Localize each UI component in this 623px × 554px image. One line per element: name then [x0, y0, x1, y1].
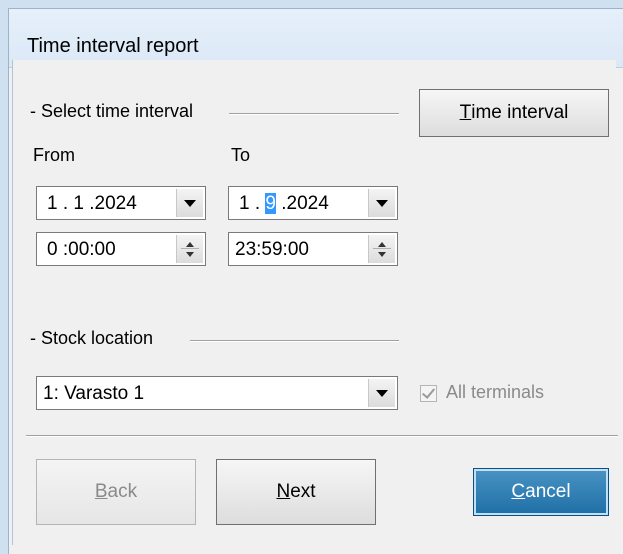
next-button-label: ext — [290, 481, 316, 502]
from-date-value: 1 . 1 .2024 — [47, 193, 137, 214]
from-time-value: 0 :00:00 — [47, 239, 116, 260]
all-terminals-label: All terminals — [446, 382, 545, 402]
cancel-button[interactable]: Cancel — [473, 468, 609, 516]
all-terminals-checkbox[interactable] — [420, 385, 437, 402]
from-date-picker[interactable]: 1 . 1 .2024 — [36, 186, 206, 220]
time-interval-button[interactable]: Time interval — [419, 89, 609, 137]
spin-down-icon — [378, 252, 386, 257]
button-separator — [26, 435, 618, 437]
time-interval-group-label: - Select time interval — [30, 101, 194, 121]
spin-down-icon — [186, 252, 194, 257]
cancel-button-label: ancel — [525, 481, 571, 502]
from-time-spinner[interactable] — [176, 235, 203, 263]
to-time-spinner[interactable] — [368, 235, 395, 263]
chevron-down-icon — [376, 199, 388, 207]
to-time-picker[interactable]: 23:59:00 — [228, 232, 398, 266]
to-date-picker[interactable]: 1 . 9 .2024 — [228, 186, 398, 220]
spin-up-icon — [186, 242, 194, 247]
to-date-month-selected: 9 — [265, 193, 276, 214]
time-interval-button-label: ime interval — [471, 102, 569, 123]
spin-divider — [181, 248, 199, 249]
time-interval-group-divider — [229, 113, 399, 115]
from-label: From — [33, 145, 75, 165]
to-date-value: 1 . 9 .2024 — [239, 193, 329, 215]
window-title: Time interval report — [27, 35, 199, 57]
stock-location-select[interactable]: 1: Varasto 1 — [36, 376, 398, 410]
stock-location-group-label: - Stock location — [30, 328, 154, 348]
stock-location-group-divider — [190, 340, 399, 342]
back-button-mnemonic: B — [94, 481, 108, 502]
next-button-mnemonic: N — [276, 481, 291, 502]
to-date-day: 1 . — [239, 193, 266, 214]
stock-location-value: 1: Varasto 1 — [43, 383, 145, 404]
chevron-down-icon — [184, 199, 196, 207]
spin-divider — [373, 248, 391, 249]
to-date-dropdown[interactable] — [368, 189, 395, 217]
to-time-value: 23:59:00 — [235, 239, 309, 260]
spin-up-icon — [378, 242, 386, 247]
from-time-picker[interactable]: 0 :00:00 — [36, 232, 206, 266]
cancel-button-mnemonic: C — [511, 481, 526, 502]
from-date-dropdown[interactable] — [176, 189, 203, 217]
chevron-down-icon — [376, 389, 388, 397]
stock-location-dropdown[interactable] — [368, 379, 395, 407]
next-button[interactable]: Next — [216, 459, 376, 525]
back-button-label: ack — [107, 481, 138, 502]
back-button[interactable]: Back — [36, 459, 196, 525]
time-interval-button-mnemonic: T — [459, 102, 472, 123]
to-date-year: .2024 — [275, 193, 329, 214]
to-label: To — [231, 145, 251, 165]
